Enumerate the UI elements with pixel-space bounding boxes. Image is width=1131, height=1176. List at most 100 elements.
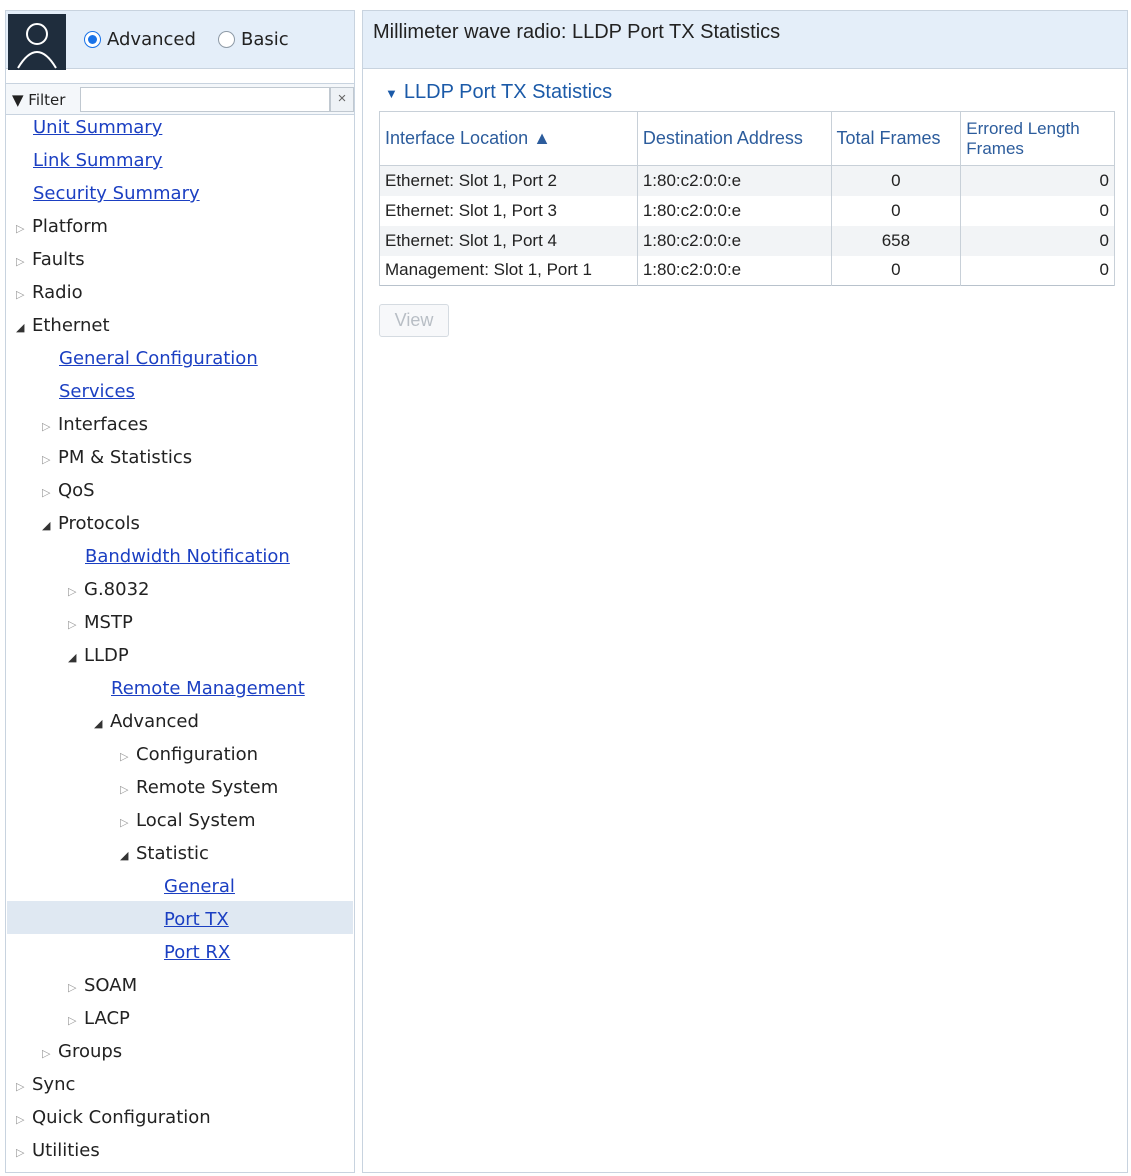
user-icon[interactable] [8, 14, 66, 70]
nav-advanced[interactable]: ◢ Advanced [94, 707, 199, 737]
cell-errored-length-frames: 0 [960, 255, 1115, 286]
cell-total-frames: 0 [830, 195, 962, 226]
nav-lacp[interactable]: ▷ LACP [68, 1004, 130, 1034]
nav-advanced-label: Advanced [110, 711, 199, 732]
column-header-errored-length-frames[interactable]: Errored Length Frames [960, 111, 1115, 166]
nav-port-rx[interactable]: Port RX [164, 938, 230, 968]
expand-arrow-icon: ▷ [16, 1080, 25, 1093]
filter-row: ▼ Filter × [6, 83, 354, 115]
nav-platform-label: Platform [32, 216, 108, 237]
view-button[interactable]: View [379, 304, 449, 337]
cell-destination-address: 1:80:c2:0:0:e [636, 165, 832, 196]
column-header-total-frames[interactable]: Total Frames [830, 111, 962, 166]
nav-faults[interactable]: ▷ Faults [16, 245, 85, 275]
section-title: LLDP Port TX Statistics [403, 81, 613, 103]
table-row[interactable]: Ethernet: Slot 1, Port 4 1:80:c2:0:0:e 658… [379, 225, 1115, 256]
nav-qos-label: QoS [58, 480, 95, 501]
nav-mstp-label: MSTP [84, 612, 133, 633]
expand-arrow-icon: ▷ [120, 750, 129, 763]
nav-groups[interactable]: ▷ Groups [42, 1037, 122, 1067]
nav-mstp[interactable]: ▷ MSTP [68, 608, 133, 638]
nav-pm-statistics-label: PM & Statistics [58, 447, 193, 468]
nav-sync-label: Sync [32, 1074, 76, 1095]
nav-g8032[interactable]: ▷ G.8032 [68, 575, 149, 605]
nav-groups-label: Groups [58, 1041, 123, 1062]
collapse-arrow-icon: ◢ [68, 651, 77, 664]
nav-remote-system[interactable]: ▷ Remote System [120, 773, 278, 803]
cell-interface-location: Ethernet: Slot 1, Port 2 [379, 165, 638, 196]
table-row[interactable]: Management: Slot 1, Port 1 1:80:c2:0:0:e 0… [379, 255, 1115, 286]
collapse-triangle-icon: ▼ [385, 86, 398, 101]
cell-errored-length-frames: 0 [960, 195, 1115, 226]
nav-remote-management[interactable]: Remote Management [111, 674, 305, 704]
collapse-arrow-icon: ◢ [120, 849, 129, 862]
advanced-radio-label: Advanced [107, 29, 196, 50]
nav-soam-label: SOAM [84, 975, 138, 996]
nav-statistic-label: Statistic [136, 843, 209, 864]
nav-ethernet-label: Ethernet [32, 315, 110, 336]
nav-configuration-label: Configuration [136, 744, 259, 765]
nav-pm-statistics[interactable]: ▷ PM & Statistics [42, 443, 192, 473]
nav-general[interactable]: General [164, 872, 235, 902]
nav-utilities-label: Utilities [32, 1140, 100, 1161]
stats-table: Interface Location ▲ Destination Address… [379, 111, 1115, 286]
expand-arrow-icon: ▷ [16, 255, 25, 268]
expand-arrow-icon: ▷ [16, 1146, 25, 1159]
nav-faults-label: Faults [32, 249, 85, 270]
nav-port-tx[interactable]: Port TX [164, 905, 229, 935]
nav-platform[interactable]: ▷ Platform [16, 212, 108, 242]
nav-g8032-label: G.8032 [84, 579, 150, 600]
collapse-arrow-icon: ◢ [16, 321, 25, 334]
nav-interfaces-label: Interfaces [58, 414, 148, 435]
column-header-interface-location[interactable]: Interface Location ▲ [379, 111, 638, 166]
nav-utilities[interactable]: ▷ Utilities [16, 1136, 100, 1166]
basic-radio-label: Basic [241, 29, 289, 50]
expand-arrow-icon: ▷ [120, 783, 129, 796]
nav-lldp-label: LLDP [84, 645, 129, 666]
nav-configuration[interactable]: ▷ Configuration [120, 740, 258, 770]
expand-arrow-icon: ▷ [68, 618, 77, 631]
nav-sync[interactable]: ▷ Sync [16, 1070, 75, 1100]
nav-quick-configuration-label: Quick Configuration [32, 1107, 211, 1128]
nav-services[interactable]: Services [59, 377, 135, 407]
radio-unchecked-icon [218, 31, 235, 48]
section-toggle[interactable]: ▼ LLDP Port TX Statistics [385, 81, 612, 104]
nav-qos[interactable]: ▷ QoS [42, 476, 95, 506]
nav-quick-configuration[interactable]: ▷ Quick Configuration [16, 1103, 211, 1133]
cell-destination-address: 1:80:c2:0:0:e [636, 225, 832, 256]
filter-label[interactable]: ▼ Filter [12, 91, 65, 109]
expand-arrow-icon: ▷ [16, 288, 25, 301]
cell-total-frames: 658 [830, 225, 962, 256]
nav-unit-summary[interactable]: Unit Summary [33, 113, 162, 143]
table-row[interactable]: Ethernet: Slot 1, Port 3 1:80:c2:0:0:e 0 0 [379, 195, 1115, 226]
nav-protocols[interactable]: ◢ Protocols [42, 509, 140, 539]
expand-arrow-icon: ▷ [16, 1113, 25, 1126]
cell-interface-location: Ethernet: Slot 1, Port 4 [379, 225, 638, 256]
filter-input[interactable] [80, 87, 330, 112]
main-panel: Millimeter wave radio: LLDP Port TX Stat… [362, 10, 1128, 1173]
advanced-radio[interactable]: Advanced [84, 29, 196, 50]
nav-ethernet[interactable]: ◢ Ethernet [16, 311, 110, 341]
expand-arrow-icon: ▷ [42, 453, 51, 466]
nav-bandwidth-notification[interactable]: Bandwidth Notification [85, 542, 290, 572]
nav-lldp[interactable]: ◢ LLDP [68, 641, 129, 671]
nav-radio[interactable]: ▷ Radio [16, 278, 83, 308]
column-header-destination-address[interactable]: Destination Address [636, 111, 832, 166]
nav-link-summary[interactable]: Link Summary [33, 146, 163, 176]
nav-security-summary[interactable]: Security Summary [33, 179, 200, 209]
cell-errored-length-frames: 0 [960, 165, 1115, 196]
sidebar-header: Advanced Basic [6, 11, 354, 70]
nav-local-system[interactable]: ▷ Local System [120, 806, 256, 836]
nav-general-configuration[interactable]: General Configuration [59, 344, 258, 374]
basic-radio[interactable]: Basic [218, 29, 289, 50]
nav-interfaces[interactable]: ▷ Interfaces [42, 410, 148, 440]
cell-interface-location: Ethernet: Slot 1, Port 3 [379, 195, 638, 226]
nav-soam[interactable]: ▷ SOAM [68, 971, 137, 1001]
table-row[interactable]: Ethernet: Slot 1, Port 2 1:80:c2:0:0:e 0 0 [379, 165, 1115, 196]
cell-total-frames: 0 [830, 255, 962, 286]
clear-filter-button[interactable]: × [330, 87, 354, 112]
nav-statistic[interactable]: ◢ Statistic [120, 839, 209, 869]
cell-interface-location: Management: Slot 1, Port 1 [379, 255, 638, 286]
collapse-arrow-icon: ◢ [94, 717, 103, 730]
expand-arrow-icon: ▷ [42, 1047, 51, 1060]
